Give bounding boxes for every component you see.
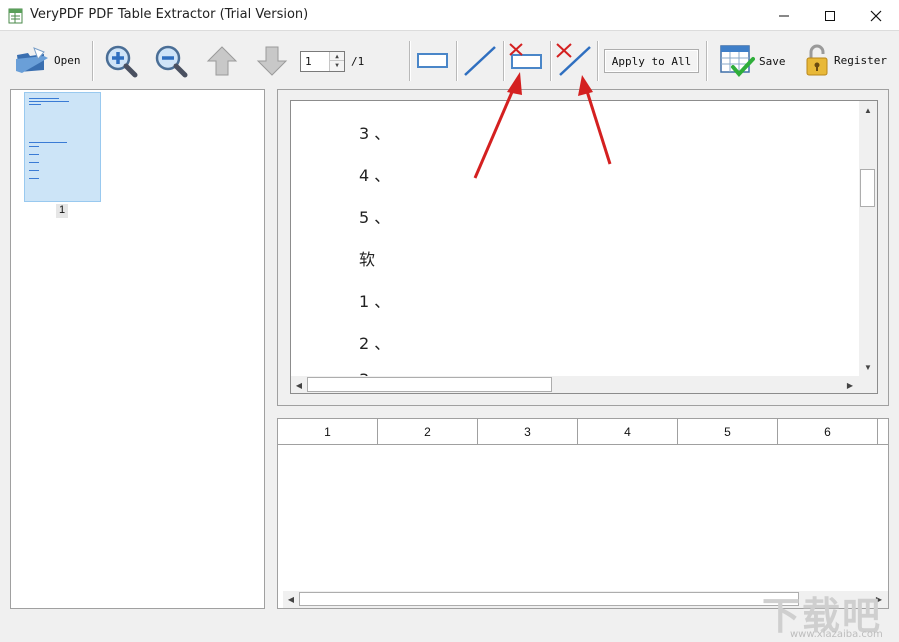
toolbar-separator: [409, 41, 411, 81]
spin-down-icon[interactable]: ▼: [330, 61, 344, 70]
thumb-text-line: [29, 170, 39, 171]
document-line: 2 、: [359, 334, 391, 353]
delete-line-icon: [556, 43, 591, 76]
vertical-scrollbar[interactable]: ▲ ▼: [859, 101, 877, 376]
draw-rectangle-button[interactable]: [417, 53, 449, 69]
column-header[interactable]: 6: [778, 419, 878, 445]
toolbar: Open 1 ▲ ▼ /1 Apply to All Save Register: [0, 31, 899, 89]
scroll-left-icon[interactable]: ◀: [283, 591, 299, 607]
document-line: 软: [359, 250, 376, 269]
horizontal-scrollbar[interactable]: ◀ ▶: [291, 376, 859, 393]
thumb-text-line: [29, 162, 39, 163]
window-title: VeryPDF PDF Table Extractor (Trial Versi…: [30, 7, 309, 22]
thumb-text-line: [29, 178, 39, 179]
horizontal-scroll-thumb[interactable]: [307, 377, 552, 392]
line-icon: [464, 46, 496, 76]
thumb-text-line: [29, 104, 41, 105]
zoom-in-button[interactable]: [104, 44, 138, 78]
minimize-button[interactable]: [761, 0, 807, 31]
arrow-up-icon: [206, 46, 238, 76]
open-label: Open: [54, 53, 81, 67]
register-button[interactable]: Register: [804, 43, 887, 77]
vertical-scroll-thumb[interactable]: [860, 169, 875, 207]
document-view: 3 、 4 、 5 、 软 1 、 2 、 3 ▲ ▼ ◀ ▶: [277, 89, 889, 406]
draw-line-button[interactable]: [463, 45, 497, 77]
maximize-button[interactable]: [807, 0, 853, 31]
register-label: Register: [834, 53, 887, 67]
title-bar: VeryPDF PDF Table Extractor (Trial Versi…: [0, 0, 899, 31]
app-icon: [8, 8, 23, 24]
scroll-down-icon[interactable]: ▼: [860, 359, 876, 375]
toolbar-separator: [503, 41, 505, 81]
scroll-right-icon[interactable]: ▶: [842, 377, 858, 393]
minimize-icon: [779, 15, 789, 16]
column-header[interactable]: 1: [278, 419, 378, 445]
zoom-in-icon: [105, 45, 138, 78]
scrollbar-corner: [859, 376, 877, 393]
previous-page-button[interactable]: [206, 45, 238, 77]
document-line: 5 、: [359, 208, 391, 227]
apply-to-all-button[interactable]: Apply to All: [604, 49, 699, 73]
padlock-icon: [806, 44, 828, 76]
toolbar-separator: [550, 41, 552, 81]
toolbar-separator: [456, 41, 458, 81]
toolbar-separator: [706, 41, 708, 81]
page-thumbnail[interactable]: [24, 92, 101, 202]
save-table-icon: [720, 45, 755, 77]
scroll-up-icon[interactable]: ▲: [860, 102, 876, 118]
grid-header: 1 2 3 4 5 6: [278, 419, 888, 445]
open-button[interactable]: Open: [14, 45, 81, 75]
grid-scroll-thumb[interactable]: [299, 592, 799, 606]
document-line: 3 、: [359, 124, 391, 143]
result-grid: 1 2 3 4 5 6 ◀ ▶: [277, 418, 889, 609]
close-button[interactable]: [853, 0, 899, 31]
column-header[interactable]: 4: [578, 419, 678, 445]
page-number-input[interactable]: 1 ▲ ▼: [300, 51, 345, 72]
page-number-value: 1: [305, 55, 312, 68]
watermark: 下载吧 www.xiazaiba.com: [762, 585, 892, 640]
column-header[interactable]: 2: [378, 419, 478, 445]
thumbnail-page-label: 1: [56, 204, 68, 218]
thumbnail-panel: 1: [10, 89, 265, 609]
open-folder-icon: [16, 47, 48, 73]
document-line: 4 、: [359, 166, 391, 185]
delete-line-button[interactable]: [556, 43, 592, 77]
page-total: /1: [351, 55, 365, 68]
spin-up-icon[interactable]: ▲: [330, 52, 344, 61]
next-page-button[interactable]: [256, 45, 288, 77]
thumb-text-line: [29, 146, 39, 147]
thumb-text-line: [29, 98, 59, 99]
delete-rectangle-icon: [509, 43, 542, 69]
column-header[interactable]: 3: [478, 419, 578, 445]
thumb-text-line: [29, 101, 69, 102]
document-canvas[interactable]: 3 、 4 、 5 、 软 1 、 2 、 3 ▲ ▼ ◀ ▶: [290, 100, 878, 394]
zoom-out-button[interactable]: [154, 44, 188, 78]
scroll-left-icon[interactable]: ◀: [291, 377, 307, 393]
delete-rectangle-button[interactable]: [508, 43, 544, 71]
thumb-text-line: [29, 142, 67, 143]
close-icon: [870, 10, 882, 21]
zoom-out-icon: [155, 45, 188, 78]
column-header[interactable]: 5: [678, 419, 778, 445]
rectangle-icon: [417, 53, 448, 68]
thumb-text-line: [29, 154, 39, 155]
arrow-down-icon: [256, 46, 288, 76]
document-line: 1 、: [359, 292, 391, 311]
save-label: Save: [759, 54, 786, 68]
save-button[interactable]: Save: [719, 43, 786, 79]
toolbar-separator: [597, 41, 599, 81]
maximize-icon: [825, 10, 835, 21]
watermark-url: www.xiazaiba.com: [790, 629, 883, 640]
page-spinner[interactable]: ▲ ▼: [329, 52, 344, 71]
toolbar-separator: [92, 41, 94, 81]
